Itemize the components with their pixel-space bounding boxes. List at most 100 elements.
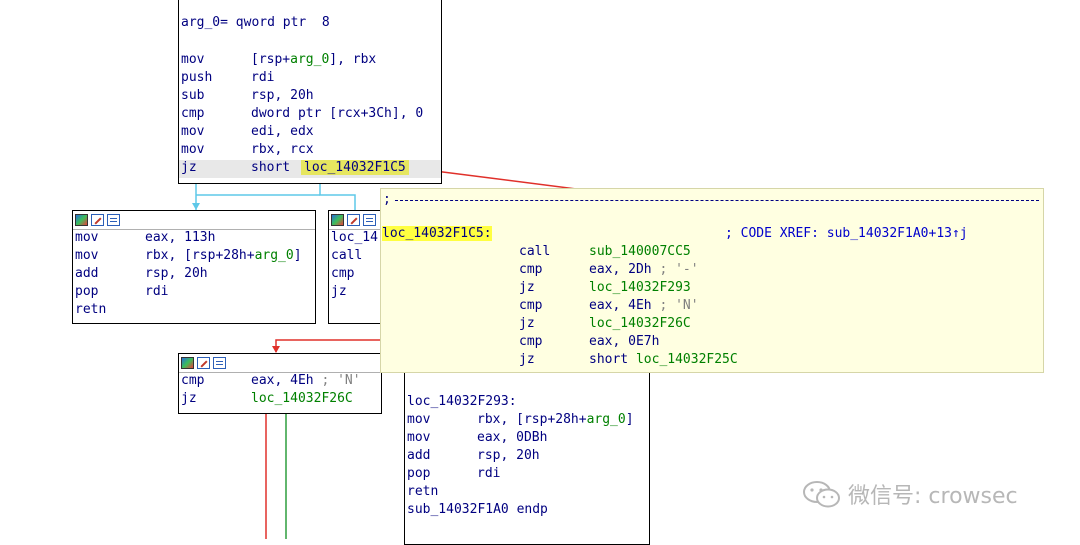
operands: dword ptr [rcx+3Ch], 0 <box>251 106 424 121</box>
edge-top-to-mid-2 <box>196 183 320 195</box>
watermark-text: 微信号: crowsec <box>848 484 1018 509</box>
operands: [rsp+arg_0], rbx <box>251 52 377 67</box>
xref-list-icon[interactable] <box>363 214 376 226</box>
graph-color-icon[interactable] <box>331 214 344 226</box>
mnemonic: pop <box>75 284 99 299</box>
mnemonic: cmp <box>331 266 355 281</box>
mnemonic: sub <box>181 88 205 103</box>
instruction-line[interactable]: sub rsp, 20h <box>179 88 441 106</box>
instruction-line[interactable]: mov rbx, rcx <box>179 142 441 160</box>
instruction-line[interactable]: cmp <box>329 266 387 284</box>
instruction-line[interactable]: jz short loc_14032F25C <box>381 352 1043 370</box>
edge-into-cmp <box>275 339 380 352</box>
mnemonic: jz <box>181 160 197 175</box>
operands: eax, 2Dh ; '-' <box>589 262 699 277</box>
jump-target-label[interactable]: loc_14032F1C5 <box>301 160 409 175</box>
xref-list-icon[interactable] <box>213 357 226 369</box>
operands: rdi <box>145 284 169 299</box>
instruction-line[interactable]: add rsp, 20h <box>73 266 315 284</box>
mnemonic: retn <box>407 484 439 499</box>
operands: rsp, 20h <box>145 266 208 281</box>
instruction-line[interactable]: mov rbx, [rsp+28h+arg_0] <box>73 248 315 266</box>
operands: rdi <box>251 70 275 85</box>
instruction-line[interactable]: mov [rsp+arg_0], rbx <box>179 52 441 70</box>
endp-line: sub_14032F1A0 endp <box>407 502 548 517</box>
mnemonic: pop <box>407 466 431 481</box>
operands: eax, 0E7h <box>589 334 660 349</box>
tooltip-label[interactable]: loc_14032F1C5: <box>382 226 492 241</box>
mnemonic: cmp <box>519 262 543 277</box>
operands: eax, 0DBh <box>477 430 548 445</box>
rename-icon[interactable] <box>197 357 210 369</box>
block-header <box>73 211 315 230</box>
code-xref-comment[interactable]: ; CODE XREF: sub_14032F1A0+13↑j <box>725 226 968 241</box>
mnemonic: call <box>519 244 551 259</box>
loc-14032F1C5-block[interactable]: loc_14call cmp jz <box>328 210 388 324</box>
instruction-line[interactable]: cmp eax, 0E7h <box>381 334 1043 352</box>
mnemonic: mov <box>181 124 205 139</box>
instruction-line[interactable]: cmp eax, 4Eh ; 'N' <box>179 373 381 391</box>
instruction-line[interactable]: jz loc_14032F26C <box>179 391 381 409</box>
mnemonic: mov <box>407 430 431 445</box>
function-entry-block[interactable]: arg_0= qword ptr 8 mov [rsp+arg_0], rbx pu… <box>178 0 442 184</box>
code-preview-tooltip: ; loc_14032F1C5: ; CODE XREF: sub_14032F… <box>380 188 1044 373</box>
operands: rdi <box>477 466 501 481</box>
loc-14032F293-block[interactable]: loc_14032F293: mov rbx, [rsp+28h+arg_0] mo… <box>404 370 650 545</box>
mnemonic: add <box>407 448 431 463</box>
mnemonic: loc_14 <box>331 230 378 245</box>
instruction-line[interactable]: cmp eax, 4Eh ; 'N' <box>381 298 1043 316</box>
instruction-line[interactable]: call sub_140007CC5 <box>381 244 1043 262</box>
return-113h-block[interactable]: mov eax, 113h mov rbx, [rsp+28h+arg_0] add rs… <box>72 210 316 324</box>
instruction-line[interactable]: jz loc_14032F26C <box>381 316 1043 334</box>
graph-color-icon[interactable] <box>181 357 194 369</box>
operands: rbx, rcx <box>251 142 314 157</box>
instruction-line[interactable]: jz <box>329 284 387 302</box>
mnemonic: cmp <box>181 373 205 388</box>
edge-arrowhead-red <box>272 346 280 353</box>
mnemonic: jz <box>331 284 347 299</box>
rename-icon[interactable] <box>347 214 360 226</box>
instruction-line[interactable]: pop rdi <box>405 466 649 484</box>
operand-short: short <box>251 160 291 175</box>
tooltip-label-line: loc_14032F1C5: ; CODE XREF: sub_14032F1A… <box>381 226 1043 244</box>
mnemonic: mov <box>75 230 99 245</box>
operands: loc_14032F26C <box>589 316 691 331</box>
instruction-line[interactable]: cmp eax, 2Dh ; '-' <box>381 262 1043 280</box>
instruction-line[interactable]: add rsp, 20h <box>405 448 649 466</box>
operands: rsp, 20h <box>477 448 540 463</box>
operands: loc_14032F293 <box>589 280 691 295</box>
instruction-line[interactable]: mov rbx, [rsp+28h+arg_0] <box>405 412 649 430</box>
instruction-line[interactable]: jz loc_14032F293 <box>381 280 1043 298</box>
mnemonic: mov <box>407 412 431 427</box>
operands: eax, 4Eh ; 'N' <box>589 298 699 313</box>
operands: sub_140007CC5 <box>589 244 691 259</box>
mnemonic: cmp <box>519 334 543 349</box>
wechat-icon <box>803 481 840 508</box>
block-header <box>329 211 387 230</box>
mnemonic: jz <box>181 391 197 406</box>
instruction-line[interactable]: loc_14 <box>329 230 387 248</box>
instruction-line[interactable]: retn <box>405 484 649 502</box>
mnemonic: retn <box>75 302 107 317</box>
operands: rbx, [rsp+28h+arg_0] <box>145 248 302 263</box>
edge-top-to-mid <box>319 183 356 210</box>
instruction-line[interactable]: cmp dword ptr [rcx+3Ch], 0 <box>179 106 441 124</box>
instruction-line[interactable]: pop rdi <box>73 284 315 302</box>
instruction-line[interactable]: mov edi, edx <box>179 124 441 142</box>
jz-instruction[interactable]: jz short loc_14032F1C5 <box>179 160 441 178</box>
instruction-line[interactable]: push rdi <box>179 70 441 88</box>
instruction-line[interactable]: call <box>329 248 387 266</box>
rename-icon[interactable] <box>91 214 104 226</box>
block-label[interactable]: loc_14032F293: <box>405 394 649 412</box>
xref-list-icon[interactable] <box>107 214 120 226</box>
cmp-4eh-block[interactable]: cmp eax, 4Eh ; 'N' jz loc_14032F26C <box>178 353 382 414</box>
mnemonic: jz <box>519 280 535 295</box>
instruction-line[interactable]: mov eax, 0DBh <box>405 430 649 448</box>
operands: loc_14032F26C <box>251 391 353 406</box>
instruction-line[interactable]: retn <box>73 302 315 320</box>
instruction-line[interactable]: mov eax, 113h <box>73 230 315 248</box>
operands: rbx, [rsp+28h+arg_0] <box>477 412 634 427</box>
graph-color-icon[interactable] <box>75 214 88 226</box>
separator-semicolon: ; <box>383 192 391 207</box>
mnemonic: jz <box>519 352 535 367</box>
